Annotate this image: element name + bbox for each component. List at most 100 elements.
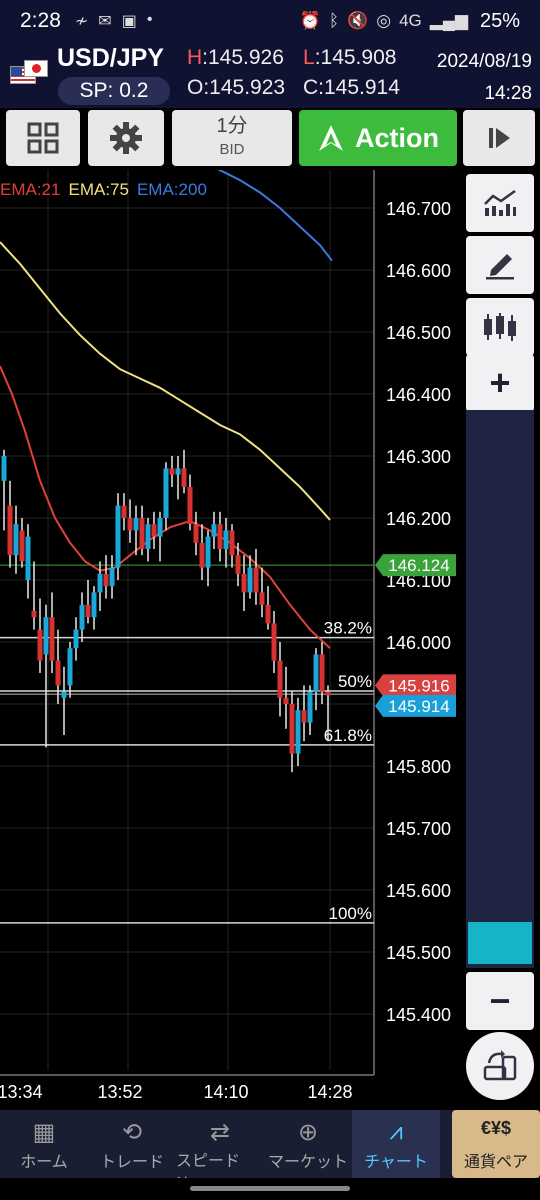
fib-label: 38.2% [324, 619, 372, 638]
gesture-bar [0, 1178, 540, 1200]
layout-grid-button[interactable] [6, 110, 80, 166]
mail-icon: ✉ [98, 13, 112, 30]
gear-icon [110, 122, 142, 154]
candle-down [217, 524, 223, 549]
nav-trade-label: トレード [99, 1154, 164, 1171]
candle-up [91, 592, 97, 618]
candle-up [211, 524, 217, 537]
candle-down [103, 573, 109, 587]
speed-icon: ⇄ [209, 1119, 231, 1146]
open-price: O:145.923 [187, 76, 286, 99]
bluetooth-icon: ᛒ [328, 11, 340, 30]
ema200-legend: EMA:200 [136, 180, 207, 199]
status-bar: 2:28 ≁ ✉ ▣ • ⏰ ᛒ 🔇 ◎ 4G ▂▄▆ 25% [0, 0, 540, 42]
candle-up [109, 567, 115, 587]
candle-down [181, 468, 187, 487]
action-button[interactable]: Action [299, 110, 457, 166]
candle-down [235, 555, 241, 574]
timeframe-label: 1分 [216, 115, 248, 137]
nav-home[interactable]: ▦ ホーム [0, 1110, 88, 1178]
zoom-slider-track[interactable] [466, 410, 534, 968]
chart-icon: ⩘ [389, 1118, 403, 1145]
zoom-out-button[interactable]: − [466, 972, 534, 1030]
play-button[interactable] [463, 110, 535, 166]
candle-down [37, 629, 43, 661]
candle-down [301, 710, 307, 723]
y-tick-label: 146.400 [386, 385, 451, 405]
candle-down [187, 487, 193, 525]
nav-chart[interactable]: ⩘ チャート [352, 1110, 440, 1178]
candle-up [97, 573, 103, 593]
nav-speed-order[interactable]: ⇄ スピード注... [176, 1110, 264, 1194]
candle-down [139, 518, 145, 549]
quote-time: 14:28 [484, 83, 532, 104]
candle-down [31, 611, 37, 618]
line-chart-icon [484, 189, 516, 216]
zoom-slider-thumb[interactable] [468, 922, 532, 964]
fib-label: 100% [329, 904, 372, 923]
ema200-line [217, 170, 333, 262]
nav-chart-label: チャート [364, 1154, 428, 1171]
nav-currency-pair[interactable]: €¥$ 通貨ペア [452, 1110, 540, 1178]
fib-label: 50% [338, 672, 372, 691]
settings-button[interactable] [88, 110, 164, 166]
y-tick-label: 145.700 [386, 819, 451, 839]
chart-canvas[interactable]: 146.700 146.600 146.500 146.400 146.300 146.2… [0, 170, 540, 1107]
y-tick-label: 145.600 [386, 881, 451, 901]
timeframe-button[interactable]: 1分 BID [172, 110, 292, 166]
candle-down [277, 660, 283, 698]
rotate-screen-button[interactable] [466, 1032, 534, 1100]
quote-date: 2024/08/19 [436, 51, 532, 72]
nav-trade[interactable]: ⟲ トレード [88, 1110, 176, 1178]
candle-type-button[interactable] [466, 298, 534, 356]
candle-up [247, 567, 253, 593]
candle-down [253, 567, 259, 593]
candle-down [265, 604, 271, 624]
candle-down [229, 530, 235, 556]
candle-down [271, 623, 277, 661]
action-label: Action [355, 122, 439, 153]
network-type: 4G [399, 11, 422, 30]
currency-icon: €¥$ [480, 1118, 512, 1138]
candle-down [19, 530, 25, 562]
y-tick-label: 145.400 [386, 1005, 451, 1025]
candlestick-icon [484, 313, 516, 341]
candle-down [289, 704, 295, 754]
currency-pair[interactable]: USD/JPY [57, 44, 164, 73]
fib-label: 61.8% [324, 726, 372, 745]
nav-market-label: マーケット [267, 1154, 348, 1171]
price-badge-label: 145.914 [388, 697, 449, 716]
nav-market[interactable]: ⊕ マーケット [264, 1110, 352, 1178]
candle-up [163, 468, 169, 518]
image-icon: ▣ [121, 13, 137, 30]
candle-up [205, 536, 211, 568]
candle-up [223, 530, 229, 549]
refresh-icon: ⟲ [121, 1119, 143, 1146]
candle-up [307, 691, 313, 723]
plus-icon: + [489, 362, 511, 403]
quote-datetime: 2024/08/19 14:28 [437, 46, 532, 110]
draw-button[interactable] [466, 236, 534, 294]
quote-header: USD/JPY SP: 0.2 H:145.926 L:145.908 O:14… [0, 42, 540, 108]
candle-down [283, 697, 289, 704]
candle-down [241, 573, 247, 593]
globe-icon: ⊕ [297, 1119, 319, 1146]
y-tick-label: 146.500 [386, 323, 451, 343]
candle-up [115, 505, 121, 568]
high-price: H:145.926 [187, 46, 284, 69]
candle-down [193, 524, 199, 543]
candle-down [199, 542, 205, 568]
y-tick-label: 145.800 [386, 757, 451, 777]
candle-up [1, 456, 7, 481]
alarm-icon: ⏰ [299, 11, 321, 30]
indicator-button[interactable] [466, 174, 534, 232]
candle-up [295, 710, 301, 754]
zoom-in-button[interactable]: + [466, 354, 534, 412]
price-badge-label: 145.916 [388, 676, 449, 695]
chart-side-panel: + − [466, 174, 534, 1102]
candle-up [157, 518, 163, 537]
candle-down [7, 505, 13, 556]
candle-up [73, 629, 79, 649]
candle-up [133, 518, 139, 531]
price-chart[interactable]: 146.700 146.600 146.500 146.400 146.300 146.2… [0, 170, 540, 1107]
